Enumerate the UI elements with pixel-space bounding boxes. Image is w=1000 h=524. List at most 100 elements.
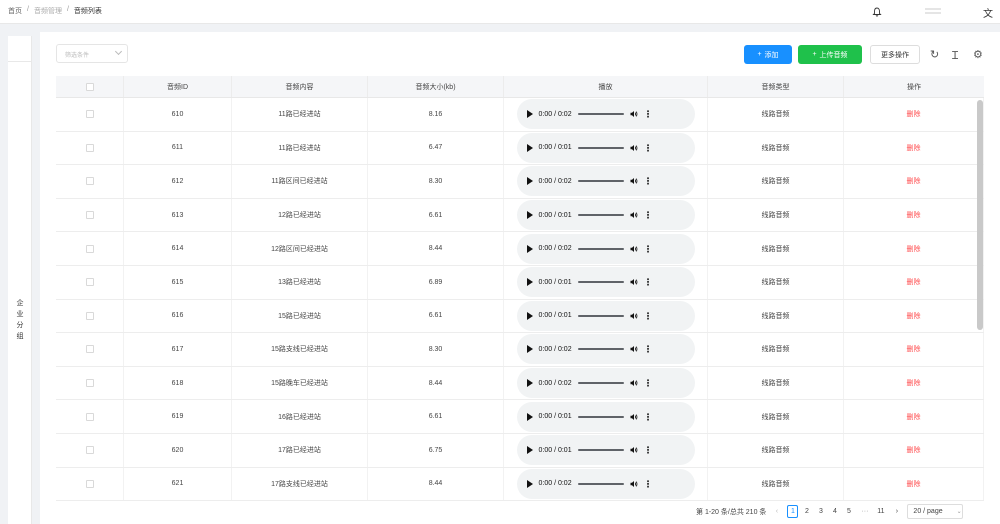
header-audio-id[interactable]: 音频ID — [124, 76, 232, 97]
bell-icon[interactable] — [872, 7, 882, 17]
audio-player[interactable]: 0:00 / 0:02 ⋮ — [516, 334, 695, 365]
audio-player[interactable]: 0:00 / 0:01 ⋮ — [516, 267, 695, 298]
play-icon[interactable] — [526, 143, 533, 152]
audio-progress-track[interactable] — [577, 113, 624, 116]
page-4[interactable]: 4 — [829, 505, 840, 518]
table-row[interactable]: 610 11路已经进站 8.16 0:00 / 0:02 ⋮ 线路音频 删除 — [56, 98, 984, 132]
delete-link[interactable]: 删除 — [907, 109, 921, 119]
more-options-icon[interactable]: ⋮ — [644, 177, 653, 186]
audio-player[interactable]: 0:00 / 0:02 ⋮ — [516, 468, 695, 499]
audio-player[interactable]: 0:00 / 0:02 ⋮ — [516, 99, 695, 130]
delete-link[interactable]: 删除 — [907, 244, 921, 254]
row-checkbox[interactable] — [85, 379, 94, 388]
table-row[interactable]: 613 12路已经进站 6.61 0:00 / 0:01 ⋮ 线路音频 删除 — [56, 198, 984, 233]
audio-player[interactable]: 0:00 / 0:01 ⋮ — [516, 132, 695, 163]
volume-icon[interactable] — [630, 278, 638, 286]
audio-progress-track[interactable] — [577, 348, 624, 351]
delete-link[interactable]: 删除 — [907, 378, 921, 388]
audio-player[interactable]: 0:00 / 0:01 ⋮ — [516, 401, 695, 432]
audio-player[interactable]: 0:00 / 0:02 ⋮ — [516, 368, 695, 399]
play-icon[interactable] — [526, 110, 533, 119]
table-row[interactable]: 616 15路已经进站 6.61 0:00 / 0:01 ⋮ 线路音频 删除 — [56, 299, 984, 334]
select-all-checkbox[interactable] — [85, 82, 94, 91]
play-icon[interactable] — [526, 211, 533, 220]
audio-player[interactable]: 0:00 / 0:02 ⋮ — [516, 166, 695, 197]
page-last[interactable]: 11 — [875, 505, 886, 518]
audio-progress-track[interactable] — [577, 482, 624, 485]
page-5[interactable]: 5 — [843, 505, 854, 518]
play-icon[interactable] — [526, 446, 533, 455]
page-2[interactable]: 2 — [801, 505, 812, 518]
volume-icon[interactable] — [630, 177, 638, 185]
more-options-icon[interactable]: ⋮ — [644, 446, 653, 455]
more-options-icon[interactable]: ⋮ — [644, 110, 653, 119]
play-icon[interactable] — [526, 412, 533, 421]
volume-icon[interactable] — [630, 345, 638, 353]
table-row[interactable]: 614 12路区间已经进站 8.44 0:00 / 0:02 ⋮ 线路音频 删除 — [56, 232, 984, 266]
user-menu[interactable] — [925, 8, 941, 14]
delete-link[interactable]: 删除 — [907, 412, 921, 422]
row-checkbox[interactable] — [85, 446, 94, 455]
header-audio-content[interactable]: 音频内容 — [232, 76, 368, 97]
audio-progress-track[interactable] — [577, 449, 624, 452]
audio-progress-track[interactable] — [577, 281, 624, 284]
volume-icon[interactable] — [630, 446, 638, 454]
page-3[interactable]: 3 — [815, 505, 826, 518]
delete-link[interactable]: 删除 — [907, 143, 921, 153]
pagination-ellipsis[interactable]: ··· — [859, 505, 870, 518]
play-icon[interactable] — [526, 311, 533, 320]
more-actions-button[interactable]: 更多操作 — [870, 45, 920, 64]
audio-progress-track[interactable] — [577, 314, 624, 317]
audio-progress-track[interactable] — [577, 180, 624, 183]
more-options-icon[interactable]: ⋮ — [644, 311, 653, 320]
table-scrollbar[interactable] — [977, 100, 983, 330]
audio-progress-track[interactable] — [577, 214, 624, 217]
row-checkbox[interactable] — [85, 110, 94, 119]
more-options-icon[interactable]: ⋮ — [644, 345, 653, 354]
row-checkbox[interactable] — [85, 177, 94, 186]
add-button[interactable]: + 添加 — [744, 45, 792, 64]
volume-icon[interactable] — [630, 110, 638, 118]
more-options-icon[interactable]: ⋮ — [644, 379, 653, 388]
delete-link[interactable]: 删除 — [907, 445, 921, 455]
upload-audio-button[interactable]: + 上传音频 — [798, 45, 862, 64]
next-page-button[interactable]: › — [891, 505, 902, 518]
audio-progress-track[interactable] — [577, 382, 624, 385]
delete-link[interactable]: 删除 — [907, 277, 921, 287]
play-icon[interactable] — [526, 345, 533, 354]
delete-link[interactable]: 删除 — [907, 210, 921, 220]
audio-player[interactable]: 0:00 / 0:01 ⋮ — [516, 200, 695, 231]
header-audio-size[interactable]: 音频大小(kb) — [368, 76, 504, 97]
audio-progress-track[interactable] — [577, 415, 624, 418]
play-icon[interactable] — [526, 244, 533, 253]
page-1[interactable]: 1 — [787, 505, 799, 518]
play-icon[interactable] — [526, 379, 533, 388]
delete-link[interactable]: 删除 — [907, 479, 921, 489]
breadcrumb-section[interactable]: 音频管理 — [34, 6, 62, 16]
volume-icon[interactable] — [630, 413, 638, 421]
table-row[interactable]: 612 11路区间已经进站 8.30 0:00 / 0:02 ⋮ 线路音频 删除 — [56, 165, 984, 199]
sidebar-group-label[interactable]: 企业分组 — [8, 298, 32, 342]
refresh-icon[interactable]: ↻ — [930, 48, 939, 61]
filter-select[interactable]: 筛选条件 — [56, 44, 128, 63]
volume-icon[interactable] — [630, 480, 638, 488]
header-audio-type[interactable]: 音频类型 — [708, 76, 844, 97]
audio-progress-track[interactable] — [577, 247, 624, 250]
audio-player[interactable]: 0:00 / 0:01 ⋮ — [516, 435, 695, 466]
play-icon[interactable] — [526, 479, 533, 488]
table-row[interactable]: 621 17路支线已经进站 8.44 0:00 / 0:02 ⋮ 线路音频 删除 — [56, 467, 984, 502]
row-checkbox[interactable] — [85, 412, 94, 421]
more-options-icon[interactable]: ⋮ — [644, 211, 653, 220]
table-row[interactable]: 620 17路已经进站 6.75 0:00 / 0:01 ⋮ 线路音频 删除 — [56, 433, 984, 468]
volume-icon[interactable] — [630, 211, 638, 219]
row-checkbox[interactable] — [85, 311, 94, 320]
volume-icon[interactable] — [630, 379, 638, 387]
more-options-icon[interactable]: ⋮ — [644, 412, 653, 421]
delete-link[interactable]: 删除 — [907, 344, 921, 354]
table-row[interactable]: 615 13路已经进站 6.89 0:00 / 0:01 ⋮ 线路音频 删除 — [56, 265, 984, 300]
column-height-icon[interactable]: Ɪ — [952, 48, 958, 63]
play-icon[interactable] — [526, 177, 533, 186]
row-checkbox[interactable] — [85, 143, 94, 152]
delete-link[interactable]: 删除 — [907, 176, 921, 186]
play-icon[interactable] — [526, 278, 533, 287]
